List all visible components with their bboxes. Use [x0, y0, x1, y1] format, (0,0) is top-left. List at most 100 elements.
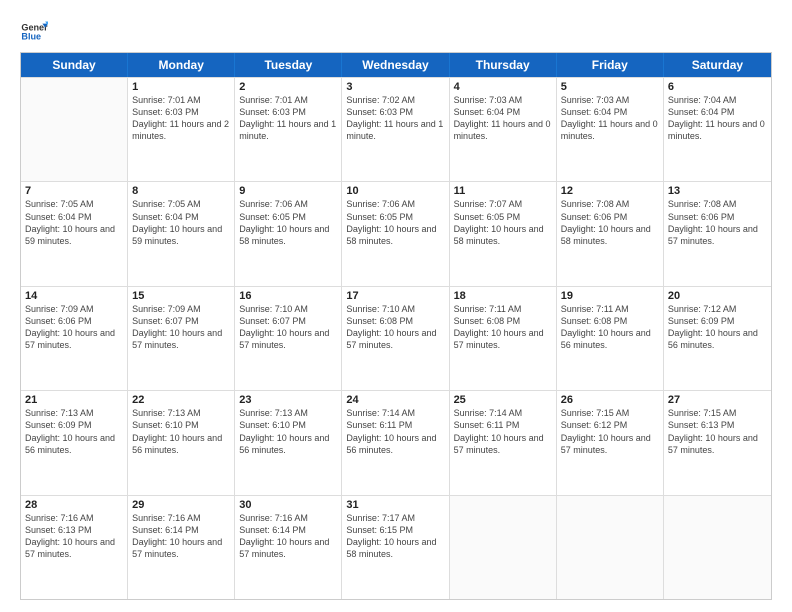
day-number: 29: [132, 499, 230, 511]
day-info: Sunrise: 7:15 AMSunset: 6:12 PMDaylight:…: [561, 407, 659, 456]
day-info: Sunrise: 7:08 AMSunset: 6:06 PMDaylight:…: [668, 198, 767, 247]
day-number: 2: [239, 81, 337, 93]
day-info: Sunrise: 7:16 AMSunset: 6:13 PMDaylight:…: [25, 512, 123, 561]
day-number: 16: [239, 290, 337, 302]
calendar-cell: 14Sunrise: 7:09 AMSunset: 6:06 PMDayligh…: [21, 287, 128, 390]
day-number: 3: [346, 81, 444, 93]
calendar-cell: 25Sunrise: 7:14 AMSunset: 6:11 PMDayligh…: [450, 391, 557, 494]
day-info: Sunrise: 7:03 AMSunset: 6:04 PMDaylight:…: [454, 94, 552, 143]
day-info: Sunrise: 7:14 AMSunset: 6:11 PMDaylight:…: [454, 407, 552, 456]
day-number: 31: [346, 499, 444, 511]
day-info: Sunrise: 7:09 AMSunset: 6:06 PMDaylight:…: [25, 303, 123, 352]
day-info: Sunrise: 7:10 AMSunset: 6:08 PMDaylight:…: [346, 303, 444, 352]
calendar-body: 1Sunrise: 7:01 AMSunset: 6:03 PMDaylight…: [21, 77, 771, 599]
calendar-cell: 28Sunrise: 7:16 AMSunset: 6:13 PMDayligh…: [21, 496, 128, 599]
day-info: Sunrise: 7:17 AMSunset: 6:15 PMDaylight:…: [346, 512, 444, 561]
day-info: Sunrise: 7:09 AMSunset: 6:07 PMDaylight:…: [132, 303, 230, 352]
calendar-cell: 20Sunrise: 7:12 AMSunset: 6:09 PMDayligh…: [664, 287, 771, 390]
day-number: 30: [239, 499, 337, 511]
day-number: 21: [25, 394, 123, 406]
calendar-header-cell: Sunday: [21, 53, 128, 77]
day-info: Sunrise: 7:16 AMSunset: 6:14 PMDaylight:…: [239, 512, 337, 561]
day-number: 18: [454, 290, 552, 302]
day-number: 24: [346, 394, 444, 406]
day-number: 8: [132, 185, 230, 197]
day-number: 4: [454, 81, 552, 93]
calendar-cell: [21, 78, 128, 181]
day-info: Sunrise: 7:12 AMSunset: 6:09 PMDaylight:…: [668, 303, 767, 352]
calendar-row: 1Sunrise: 7:01 AMSunset: 6:03 PMDaylight…: [21, 77, 771, 181]
calendar-cell: 11Sunrise: 7:07 AMSunset: 6:05 PMDayligh…: [450, 182, 557, 285]
calendar-row: 14Sunrise: 7:09 AMSunset: 6:06 PMDayligh…: [21, 286, 771, 390]
calendar-header-cell: Monday: [128, 53, 235, 77]
page: General Blue SundayMondayTuesdayWednesda…: [0, 0, 792, 612]
calendar-cell: 8Sunrise: 7:05 AMSunset: 6:04 PMDaylight…: [128, 182, 235, 285]
day-number: 10: [346, 185, 444, 197]
day-info: Sunrise: 7:13 AMSunset: 6:10 PMDaylight:…: [132, 407, 230, 456]
day-info: Sunrise: 7:14 AMSunset: 6:11 PMDaylight:…: [346, 407, 444, 456]
day-number: 13: [668, 185, 767, 197]
calendar-cell: 27Sunrise: 7:15 AMSunset: 6:13 PMDayligh…: [664, 391, 771, 494]
calendar-cell: 3Sunrise: 7:02 AMSunset: 6:03 PMDaylight…: [342, 78, 449, 181]
calendar-cell: 5Sunrise: 7:03 AMSunset: 6:04 PMDaylight…: [557, 78, 664, 181]
day-info: Sunrise: 7:06 AMSunset: 6:05 PMDaylight:…: [346, 198, 444, 247]
svg-text:Blue: Blue: [21, 32, 41, 42]
day-number: 25: [454, 394, 552, 406]
calendar-cell: 1Sunrise: 7:01 AMSunset: 6:03 PMDaylight…: [128, 78, 235, 181]
day-number: 9: [239, 185, 337, 197]
calendar-row: 7Sunrise: 7:05 AMSunset: 6:04 PMDaylight…: [21, 181, 771, 285]
calendar-cell: 22Sunrise: 7:13 AMSunset: 6:10 PMDayligh…: [128, 391, 235, 494]
logo-icon: General Blue: [20, 18, 48, 46]
day-number: 19: [561, 290, 659, 302]
day-number: 6: [668, 81, 767, 93]
day-number: 5: [561, 81, 659, 93]
calendar-cell: [664, 496, 771, 599]
calendar-row: 28Sunrise: 7:16 AMSunset: 6:13 PMDayligh…: [21, 495, 771, 599]
calendar-cell: 9Sunrise: 7:06 AMSunset: 6:05 PMDaylight…: [235, 182, 342, 285]
calendar: SundayMondayTuesdayWednesdayThursdayFrid…: [20, 52, 772, 600]
day-info: Sunrise: 7:07 AMSunset: 6:05 PMDaylight:…: [454, 198, 552, 247]
day-info: Sunrise: 7:13 AMSunset: 6:09 PMDaylight:…: [25, 407, 123, 456]
day-number: 20: [668, 290, 767, 302]
calendar-cell: 23Sunrise: 7:13 AMSunset: 6:10 PMDayligh…: [235, 391, 342, 494]
day-info: Sunrise: 7:13 AMSunset: 6:10 PMDaylight:…: [239, 407, 337, 456]
day-number: 7: [25, 185, 123, 197]
day-info: Sunrise: 7:03 AMSunset: 6:04 PMDaylight:…: [561, 94, 659, 143]
calendar-cell: 29Sunrise: 7:16 AMSunset: 6:14 PMDayligh…: [128, 496, 235, 599]
day-info: Sunrise: 7:16 AMSunset: 6:14 PMDaylight:…: [132, 512, 230, 561]
day-info: Sunrise: 7:10 AMSunset: 6:07 PMDaylight:…: [239, 303, 337, 352]
day-number: 11: [454, 185, 552, 197]
day-number: 26: [561, 394, 659, 406]
calendar-cell: 24Sunrise: 7:14 AMSunset: 6:11 PMDayligh…: [342, 391, 449, 494]
calendar-cell: 31Sunrise: 7:17 AMSunset: 6:15 PMDayligh…: [342, 496, 449, 599]
calendar-cell: 12Sunrise: 7:08 AMSunset: 6:06 PMDayligh…: [557, 182, 664, 285]
calendar-cell: [557, 496, 664, 599]
calendar-header-cell: Tuesday: [235, 53, 342, 77]
day-info: Sunrise: 7:05 AMSunset: 6:04 PMDaylight:…: [25, 198, 123, 247]
day-number: 15: [132, 290, 230, 302]
header: General Blue: [20, 18, 772, 46]
calendar-header-cell: Friday: [557, 53, 664, 77]
day-number: 28: [25, 499, 123, 511]
day-number: 14: [25, 290, 123, 302]
calendar-cell: [450, 496, 557, 599]
calendar-cell: 17Sunrise: 7:10 AMSunset: 6:08 PMDayligh…: [342, 287, 449, 390]
calendar-cell: 19Sunrise: 7:11 AMSunset: 6:08 PMDayligh…: [557, 287, 664, 390]
day-number: 1: [132, 81, 230, 93]
day-number: 12: [561, 185, 659, 197]
calendar-cell: 13Sunrise: 7:08 AMSunset: 6:06 PMDayligh…: [664, 182, 771, 285]
day-info: Sunrise: 7:02 AMSunset: 6:03 PMDaylight:…: [346, 94, 444, 143]
day-info: Sunrise: 7:08 AMSunset: 6:06 PMDaylight:…: [561, 198, 659, 247]
day-number: 22: [132, 394, 230, 406]
calendar-cell: 18Sunrise: 7:11 AMSunset: 6:08 PMDayligh…: [450, 287, 557, 390]
day-info: Sunrise: 7:11 AMSunset: 6:08 PMDaylight:…: [454, 303, 552, 352]
calendar-cell: 15Sunrise: 7:09 AMSunset: 6:07 PMDayligh…: [128, 287, 235, 390]
day-number: 27: [668, 394, 767, 406]
calendar-cell: 4Sunrise: 7:03 AMSunset: 6:04 PMDaylight…: [450, 78, 557, 181]
calendar-header: SundayMondayTuesdayWednesdayThursdayFrid…: [21, 53, 771, 77]
day-info: Sunrise: 7:05 AMSunset: 6:04 PMDaylight:…: [132, 198, 230, 247]
day-number: 17: [346, 290, 444, 302]
logo: General Blue: [20, 18, 52, 46]
calendar-cell: 26Sunrise: 7:15 AMSunset: 6:12 PMDayligh…: [557, 391, 664, 494]
day-info: Sunrise: 7:15 AMSunset: 6:13 PMDaylight:…: [668, 407, 767, 456]
